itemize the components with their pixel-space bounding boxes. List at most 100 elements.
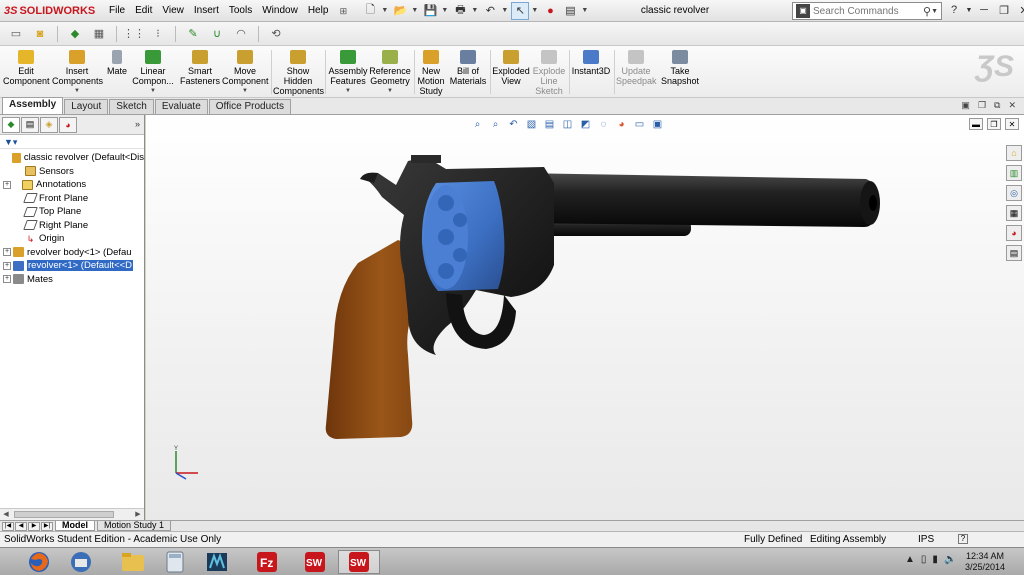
doc-restore-icon[interactable]: ❐ <box>978 100 986 111</box>
select-dropdown-icon[interactable]: ▼ <box>531 7 539 14</box>
next-tab-icon[interactable]: ▶ <box>28 521 40 531</box>
new-document-icon[interactable]: 🗋 <box>361 2 379 20</box>
tree-item-sensors[interactable]: Sensors <box>0 165 144 179</box>
search-commands-box[interactable]: ▣ ⚲ ▼ <box>792 2 942 20</box>
move-component-button[interactable]: Move Component ▼ <box>222 48 269 96</box>
sketch-tool-icon[interactable]: ✎ <box>183 25 203 43</box>
assembly-icon[interactable]: ◙ <box>30 25 50 43</box>
linear-component-pattern-button[interactable]: Linear Compon... ▼ <box>131 48 175 96</box>
select-cursor-icon[interactable]: ↖ <box>511 1 530 20</box>
edit-component-button[interactable]: Edit Component <box>3 48 50 86</box>
tab-evaluate[interactable]: Evaluate <box>154 99 208 114</box>
doc-tile-icon[interactable]: ⧉ <box>994 100 1000 111</box>
application-taskbar-button[interactable] <box>196 550 238 574</box>
scroll-left-icon[interactable]: ◀ <box>0 509 12 520</box>
print-icon[interactable]: 🖶 <box>451 2 469 20</box>
menu-help[interactable]: Help <box>303 0 334 22</box>
help-dropdown-icon[interactable]: ▼ <box>965 2 973 18</box>
new-part-icon[interactable]: ▭ <box>6 25 26 43</box>
menu-file[interactable]: File <box>104 0 130 22</box>
new-motion-study-button[interactable]: New Motion Study <box>416 48 446 96</box>
help-icon[interactable]: ? <box>945 2 963 18</box>
fillet-icon[interactable]: ◠ <box>231 25 251 43</box>
tree-item-mates[interactable]: + Mates <box>0 273 144 287</box>
assembly-features-button[interactable]: Assembly Features ▼ <box>327 48 369 96</box>
open-folder-icon[interactable]: 📂 <box>391 2 409 20</box>
tree-item-annotations[interactable]: + Annotations <box>0 178 144 192</box>
reference-geometry-button[interactable]: Reference Geometry ▼ <box>369 48 411 96</box>
mate-button[interactable]: Mate <box>104 48 130 76</box>
tree-item-front-plane[interactable]: Front Plane <box>0 192 144 206</box>
scroll-right-icon[interactable]: ▶ <box>132 509 144 520</box>
menu-insert[interactable]: Insert <box>189 0 224 22</box>
feature-filter[interactable]: ▼▾ <box>0 135 144 149</box>
configuration-manager-tab-icon[interactable]: ◈ <box>40 116 58 133</box>
update-speedpak-button[interactable]: Update Speedpak <box>616 48 657 86</box>
filezilla-taskbar-button[interactable]: Fz <box>246 550 288 574</box>
pin-menu-icon[interactable]: ⊞ <box>337 5 349 17</box>
doc-close-icon[interactable]: ✕ <box>1008 100 1016 111</box>
horizontal-scrollbar[interactable]: ◀ ▶ <box>0 508 144 520</box>
menu-window[interactable]: Window <box>257 0 303 22</box>
tree-root[interactable]: classic revolver (Default<Dis <box>0 151 144 165</box>
search-dropdown-icon[interactable]: ▼ <box>931 8 938 15</box>
last-tab-icon[interactable]: ▶| <box>41 521 53 531</box>
battery-icon[interactable]: ▯ <box>921 554 927 565</box>
prev-tab-icon[interactable]: ◀ <box>15 521 27 531</box>
system-clock[interactable]: 12:34 AM 3/25/2014 <box>955 551 1015 573</box>
tab-sketch[interactable]: Sketch <box>109 99 154 114</box>
menu-view[interactable]: View <box>157 0 189 22</box>
tree-item-revolver-body[interactable]: + revolver body<1> (Defau <box>0 246 144 260</box>
minimize-icon[interactable]: ─ <box>975 2 993 18</box>
file-explorer-taskbar-button[interactable] <box>112 550 154 574</box>
move-component-dropdown-icon[interactable]: ▼ <box>222 86 268 96</box>
open-dropdown-icon[interactable]: ▼ <box>411 7 419 14</box>
rebuild-traffic-light-icon[interactable]: ● <box>541 2 559 20</box>
revolver-model[interactable] <box>146 115 1024 520</box>
status-help-icon[interactable]: ? <box>958 534 968 544</box>
smart-fasteners-button[interactable]: Smart Fasteners <box>178 48 222 86</box>
linear-pattern-dropdown-icon[interactable]: ▼ <box>131 86 175 96</box>
save-icon[interactable]: 💾 <box>421 2 439 20</box>
save-dropdown-icon[interactable]: ▼ <box>441 7 449 14</box>
network-icon[interactable]: ▮ <box>932 554 938 565</box>
units-selector[interactable]: IPS <box>918 532 934 547</box>
solidworks-logo[interactable]: 3S SOLIDWORKS <box>0 5 100 17</box>
undo-dropdown-icon[interactable]: ▼ <box>501 7 509 14</box>
print-dropdown-icon[interactable]: ▼ <box>471 7 479 14</box>
expand-toggle-icon[interactable]: + <box>3 248 11 257</box>
expand-toggle-icon[interactable]: + <box>3 180 11 189</box>
display-manager-tab-icon[interactable]: ◕ <box>59 116 77 133</box>
file-properties-icon[interactable]: ▤ <box>561 2 579 20</box>
close-icon[interactable]: ✕ <box>1015 2 1024 18</box>
tree-item-origin[interactable]: ↳ Origin <box>0 232 144 246</box>
firefox-taskbar-button[interactable] <box>18 550 60 574</box>
tab-model[interactable]: Model <box>55 521 95 531</box>
first-tab-icon[interactable]: |◀ <box>2 521 14 531</box>
search-icon[interactable]: ⚲ <box>923 5 931 18</box>
show-hidden-components-button[interactable]: Show Hidden Components <box>273 48 324 96</box>
tree-item-revolver[interactable]: + revolver<1> (Default<<D <box>0 259 144 273</box>
undo-icon[interactable]: ↶ <box>481 2 499 20</box>
thunderbird-taskbar-button[interactable] <box>60 550 102 574</box>
property-manager-tab-icon[interactable]: ▤ <box>21 116 39 133</box>
assembly-features-dropdown-icon[interactable]: ▼ <box>327 86 369 96</box>
calculator-taskbar-button[interactable] <box>154 550 196 574</box>
search-input[interactable] <box>813 5 923 17</box>
expand-toggle-icon[interactable]: + <box>3 275 11 284</box>
feature-manager-tab-icon[interactable]: ◆ <box>2 116 20 133</box>
menu-edit[interactable]: Edit <box>130 0 157 22</box>
tree-item-top-plane[interactable]: Top Plane <box>0 205 144 219</box>
solidworks-active-taskbar-button[interactable]: SW <box>338 550 380 574</box>
dots-icon[interactable]: ⁝ <box>148 25 168 43</box>
insert-components-dropdown-icon[interactable]: ▼ <box>52 86 102 96</box>
scrollbar-thumb[interactable] <box>14 511 114 518</box>
instant3d-button[interactable]: Instant3D <box>571 48 611 76</box>
properties-dropdown-icon[interactable]: ▼ <box>581 7 589 14</box>
explode-line-sketch-button[interactable]: Explode Line Sketch <box>531 48 567 96</box>
bill-of-materials-button[interactable]: Bill of Materials <box>448 48 488 86</box>
reference-geometry-dropdown-icon[interactable]: ▼ <box>369 86 411 96</box>
tab-layout[interactable]: Layout <box>64 99 109 114</box>
tab-motion-study-1[interactable]: Motion Study 1 <box>97 521 172 531</box>
tree-item-right-plane[interactable]: Right Plane <box>0 219 144 233</box>
